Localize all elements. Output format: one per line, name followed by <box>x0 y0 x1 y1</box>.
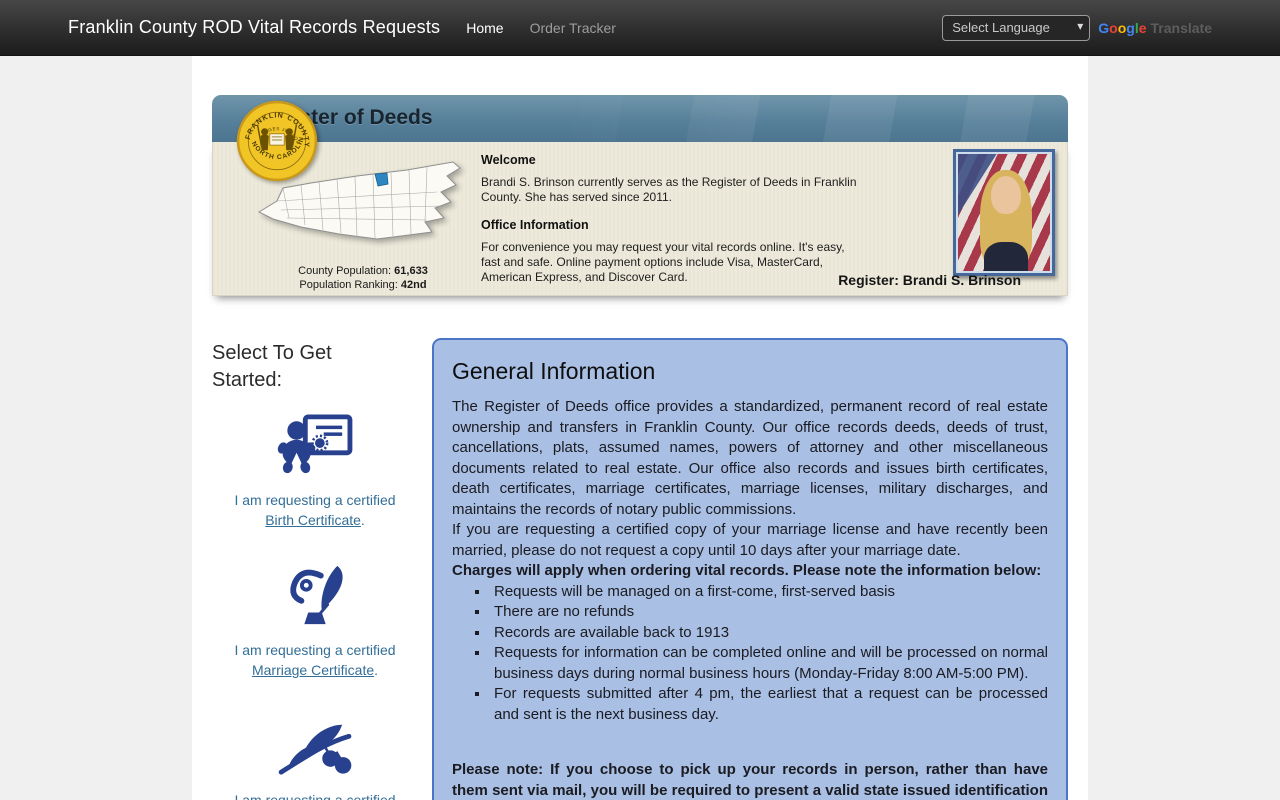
office-info-heading: Office Information <box>481 218 589 232</box>
bullet-item: Records are available back to 1913 <box>490 623 1048 644</box>
pickup-identification-note: Please note: If you choose to pick up yo… <box>452 761 1048 799</box>
death-certificate-item[interactable]: I am requesting a certified Death Certif… <box>212 711 418 800</box>
bullet-item: Requests will be managed on a first-come… <box>490 582 1048 603</box>
sidebar-heading: Select To Get Started: <box>212 342 332 391</box>
google-logo-letter: g <box>1126 19 1135 36</box>
birth-certificate-icon[interactable] <box>276 413 354 479</box>
nav-link-order-tracker[interactable]: Order Tracker <box>530 20 616 36</box>
charges-bullet-list: Requests will be managed on a first-come… <box>490 582 1048 726</box>
page-container: Register of Deeds FRANKLIN COUNTY LEGES … <box>192 56 1088 800</box>
nav-links: Home Order Tracker <box>466 20 616 36</box>
marriage-certificate-caption: I am requesting a certified Marriage Cer… <box>234 642 396 678</box>
office-info-text: For convenience you may request your vit… <box>481 240 845 284</box>
marriage-certificate-item[interactable]: I am requesting a certified Marriage Cer… <box>212 561 418 680</box>
bullet-item: Requests for information can be complete… <box>490 643 1048 684</box>
population-stats: County Population: 61,633 Population Ran… <box>253 264 473 292</box>
population-ranking-label: Population Ranking: <box>299 279 398 291</box>
birth-certificate-link[interactable]: Birth Certificate <box>265 512 361 528</box>
county-population-label: County Population: <box>298 265 392 277</box>
nav-link-home[interactable]: Home <box>466 20 503 36</box>
google-translate-widget[interactable]: Google Translate <box>1098 20 1212 36</box>
register-caption: Register: Brandi S. Brinson <box>838 272 1021 288</box>
register-photo <box>953 149 1055 276</box>
banner-header: Register of Deeds <box>212 95 1068 142</box>
google-logo-letter: o <box>1117 19 1127 36</box>
welcome-heading: Welcome <box>481 153 536 167</box>
info-paragraph-1: The Register of Deeds office provides a … <box>452 398 1048 518</box>
charges-note-heading: Charges will apply when ordering vital r… <box>452 562 1042 579</box>
translate-label: Translate <box>1150 19 1212 36</box>
general-information-heading: General Information <box>452 358 656 384</box>
register-of-deeds-banner: Register of Deeds FRANKLIN COUNTY LEGES … <box>212 95 1068 302</box>
banner-text-block: Welcome Brandi S. Brinson currently serv… <box>481 153 867 298</box>
bullet-item: There are no refunds <box>490 602 1048 623</box>
welcome-text: Brandi S. Brinson currently serves as th… <box>481 175 857 204</box>
get-started-sidebar: Select To Get Started: I am requesting a… <box>212 340 418 800</box>
site-brand-title[interactable]: Franklin County ROD Vital Records Reques… <box>68 17 440 38</box>
death-certificate-caption: I am requesting a certified Death Certif… <box>234 792 396 800</box>
google-logo-letter: o <box>1109 19 1118 36</box>
marriage-certificate-icon[interactable] <box>276 563 354 629</box>
language-select[interactable]: Select Language <box>942 14 1091 41</box>
birth-certificate-item[interactable]: I am requesting a certified Birth Certif… <box>212 411 418 530</box>
birth-certificate-caption: I am requesting a certified Birth Certif… <box>234 492 396 528</box>
top-navbar: Franklin County ROD Vital Records Reques… <box>0 0 1280 56</box>
google-logo-letter: e <box>1138 19 1147 36</box>
death-certificate-icon[interactable] <box>276 715 354 777</box>
population-ranking-value: 42nd <box>400 279 427 291</box>
navbar-right-tools: Select Language ▾ Google Translate <box>942 14 1212 41</box>
info-paragraph-2: If you are requesting a certified copy o… <box>452 521 1048 559</box>
county-population-value: 61,633 <box>394 265 428 277</box>
nc-map-image <box>257 161 461 240</box>
bullet-item: For requests submitted after 4 pm, the e… <box>490 684 1048 725</box>
banner-body: FRANKLIN COUNTY LEGES JURAQUE NORTH CARO… <box>212 100 1068 298</box>
language-select-wrap: Select Language ▾ <box>942 14 1091 41</box>
general-information-panel: General Information The Register of Deed… <box>432 338 1068 800</box>
marriage-certificate-link[interactable]: Marriage Certificate <box>252 662 374 678</box>
google-logo-letter: G <box>1098 19 1110 36</box>
